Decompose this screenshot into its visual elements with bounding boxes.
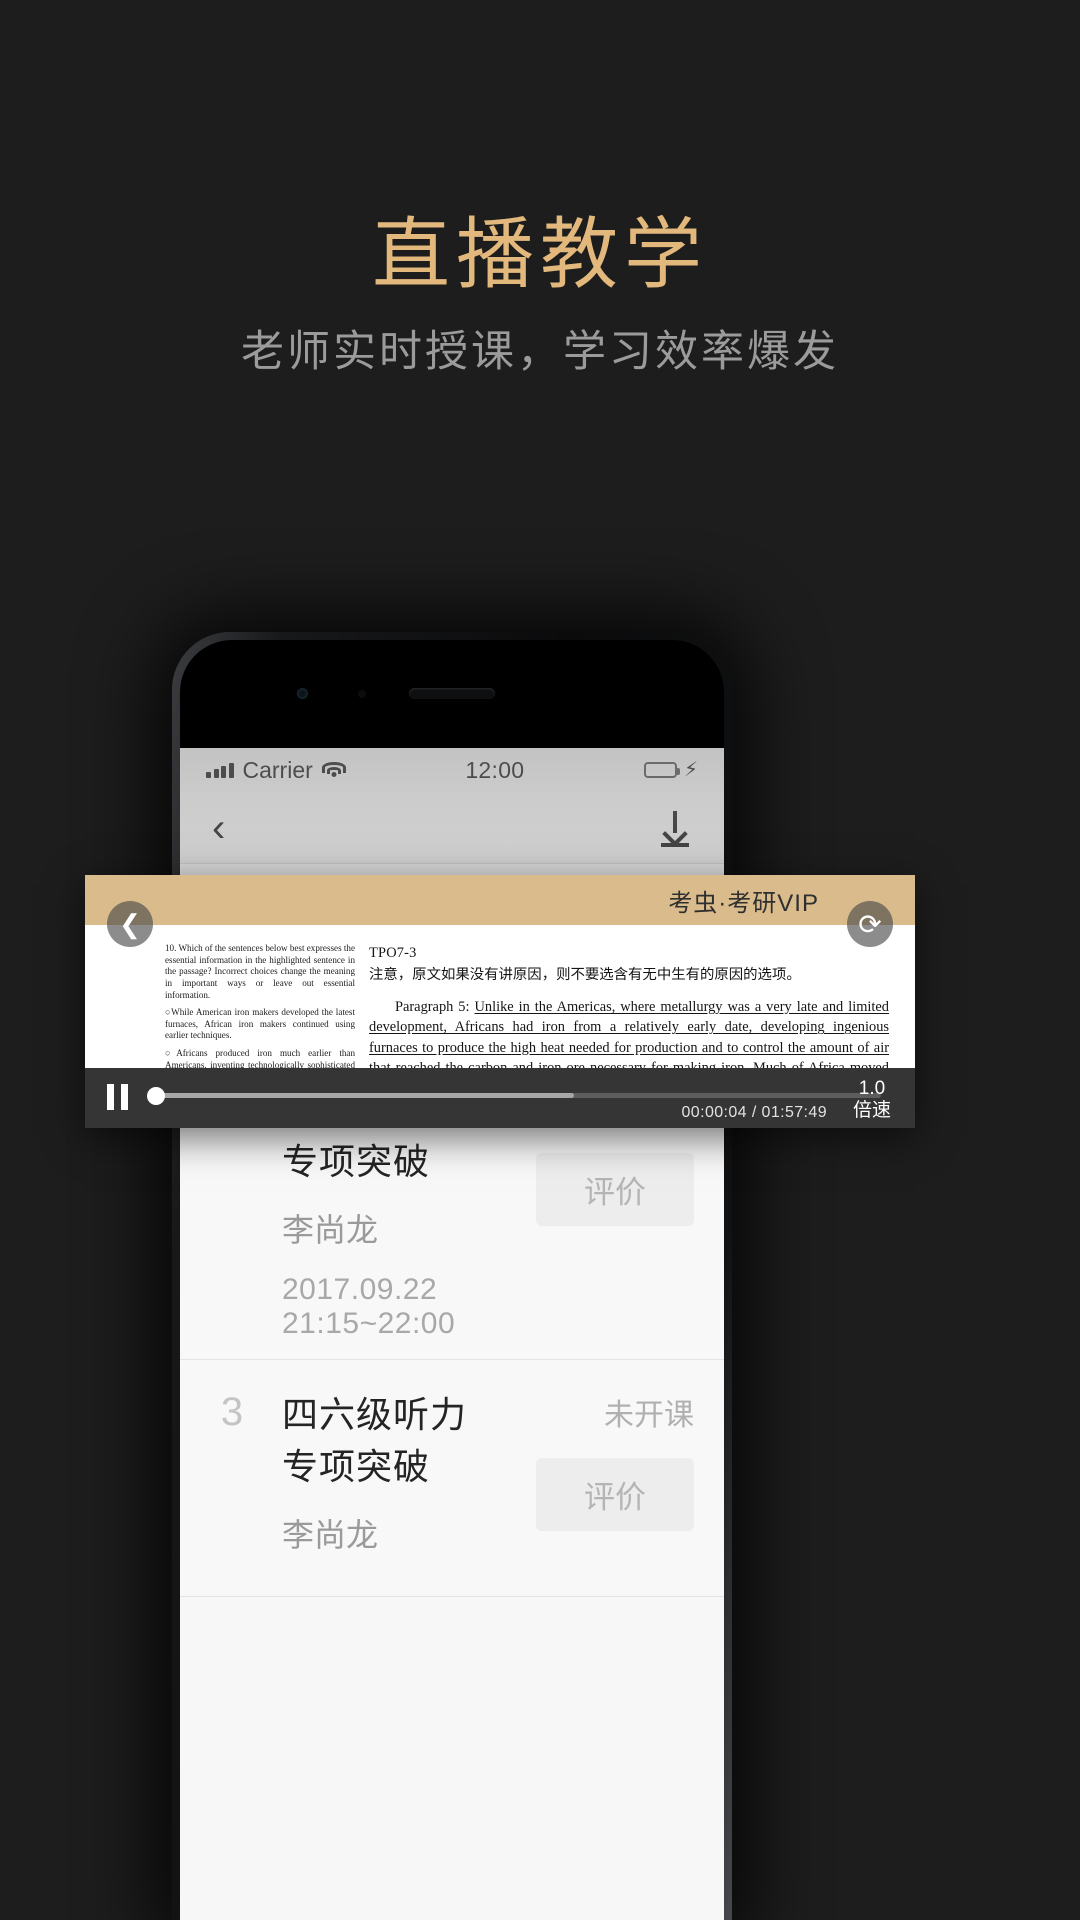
list-item[interactable]: 3 四六级听力专项突破 李尚龙 未开课 评价 bbox=[180, 1360, 724, 1597]
progress-thumb[interactable] bbox=[147, 1087, 165, 1105]
player-header: 考虫·考研VIP bbox=[85, 875, 915, 925]
page-title: 直播教学 bbox=[371, 210, 708, 298]
doc-paragraph-label: Paragraph 5: bbox=[395, 998, 470, 1015]
pause-icon[interactable] bbox=[107, 1084, 131, 1110]
wifi-icon bbox=[321, 761, 346, 779]
doc-heading: TPO7-3 bbox=[369, 945, 417, 961]
status-bar-right: ⚡ bbox=[643, 759, 698, 781]
video-player: 考虫·考研VIP ❮ ⟳ 10. Which of the sentences … bbox=[85, 875, 915, 1128]
status-bar-left: Carrier bbox=[206, 757, 346, 784]
proximity-sensor-icon bbox=[358, 690, 366, 698]
course-teacher: 李尚龙 bbox=[282, 1517, 379, 1553]
document-right-column: TPO7-3 注意，原文如果没有讲原因，则不要选含有无中生有的原因的选项。 Pa… bbox=[369, 943, 889, 1068]
status-badge: 未开课 bbox=[604, 1399, 694, 1432]
status-bar: Carrier 12:00 ⚡ bbox=[180, 748, 724, 792]
download-icon[interactable] bbox=[658, 809, 692, 847]
front-camera-icon bbox=[297, 688, 308, 699]
playback-speed-button[interactable]: 1.0 倍速 bbox=[843, 1078, 901, 1123]
timecode-label: 00:00:04 / 01:57:49 bbox=[681, 1104, 827, 1121]
document-left-column: 10. Which of the sentences below best ex… bbox=[165, 943, 355, 1068]
course-actions: 未开课 评价 bbox=[514, 1386, 694, 1578]
player-controls: 00:00:04 / 01:57:49 1.0 倍速 bbox=[85, 1068, 915, 1128]
carrier-label: Carrier bbox=[242, 756, 313, 783]
doc-question: 10. Which of the sentences below best ex… bbox=[165, 943, 355, 1000]
lightning-bolt-icon: ⚡ bbox=[683, 759, 698, 781]
refresh-icon[interactable]: ⟳ bbox=[847, 901, 893, 947]
speed-label: 倍速 bbox=[852, 1100, 891, 1122]
rate-button[interactable]: 评价 bbox=[536, 1153, 694, 1226]
doc-option-1: ○While American iron makers developed th… bbox=[165, 1007, 355, 1041]
course-info: 四六级听力专项突破 李尚龙 bbox=[282, 1386, 486, 1578]
doc-option-2: ○Africans produced iron much earlier tha… bbox=[165, 1048, 355, 1068]
phone-mockup: Carrier 12:00 ⚡ ‹ 专项突破 李尚龙 2017.09.22 21… bbox=[172, 632, 732, 1920]
phone-bezel: Carrier 12:00 ⚡ ‹ 专项突破 李尚龙 2017.09.22 21… bbox=[180, 640, 724, 1920]
back-button[interactable]: ‹ bbox=[212, 808, 225, 848]
player-title: 考虫·考研VIP bbox=[668, 889, 819, 917]
earpiece-speaker bbox=[409, 688, 495, 699]
battery-full-icon bbox=[643, 762, 680, 778]
phone-top-hardware bbox=[180, 686, 724, 708]
doc-paragraph: Paragraph 5: Unlike in the Americas, whe… bbox=[369, 997, 889, 1068]
player-document-view: 10. Which of the sentences below best ex… bbox=[85, 925, 915, 1068]
app-nav-bar: ‹ bbox=[180, 792, 724, 864]
status-bar-clock: 12:00 bbox=[465, 756, 525, 783]
doc-chinese-note: 注意，原文如果没有讲原因，则不要选含有无中生有的原因的选项。 bbox=[369, 967, 801, 984]
course-teacher: 李尚龙 bbox=[282, 1212, 379, 1248]
speed-value: 1.0 bbox=[858, 1078, 886, 1099]
page-subtitle: 老师实时授课，学习效率爆发 bbox=[241, 328, 839, 376]
course-time: 2017.09.22 21:15~22:00 bbox=[282, 1273, 456, 1340]
course-title: 四六级听力专项突破 bbox=[282, 1394, 468, 1487]
signal-bars-icon bbox=[206, 762, 234, 778]
rate-button[interactable]: 评价 bbox=[536, 1458, 694, 1531]
promo-banner: 直播教学 老师实时授课，学习效率爆发 bbox=[0, 0, 1080, 470]
player-back-button[interactable]: ❮ bbox=[107, 901, 153, 947]
progress-buffered bbox=[156, 1093, 575, 1098]
course-index: 3 bbox=[220, 1390, 244, 1434]
